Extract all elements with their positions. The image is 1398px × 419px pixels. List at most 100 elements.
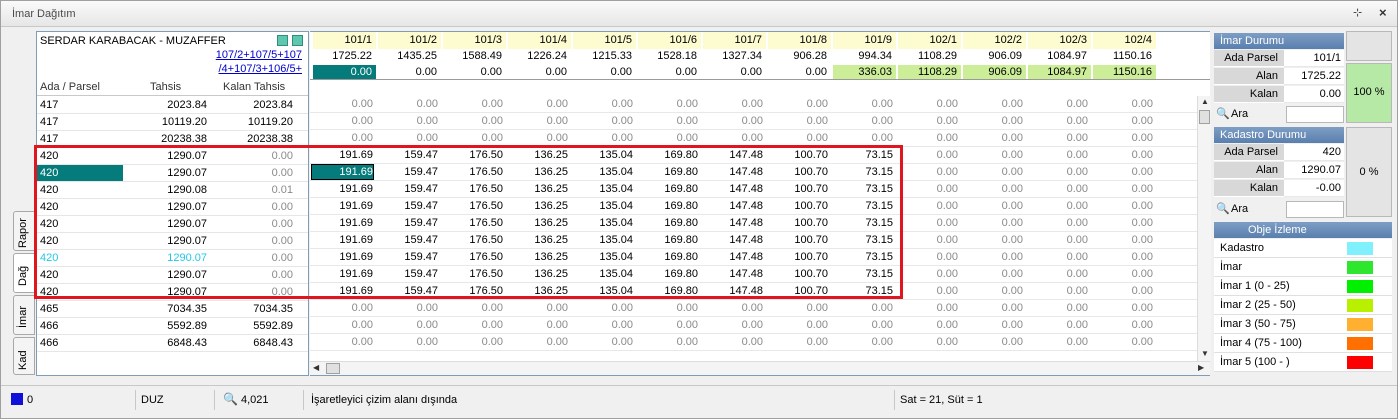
grid-cell[interactable]: 147.48 [703,285,763,297]
table-row[interactable]: 420 1290.07 0.00 [37,284,308,301]
grid-row[interactable]: 191.69 159.47 176.50 136.25 135.04 169.80 147.… [310,215,1210,232]
grid-cell[interactable]: 147.48 [703,166,763,178]
grid-cell[interactable]: 0.00 [378,319,438,331]
legend-item[interactable]: İmar [1214,258,1392,277]
table-row[interactable]: 417 10119.20 10119.20 [37,114,308,131]
grid-cell[interactable]: 73.15 [833,166,893,178]
grid-column-header[interactable]: 101/7 [703,32,766,49]
grid-row[interactable]: 0.00 0.00 0.00 0.00 0.00 0.00 0.00 0.00 0.00 0.00… [310,334,1210,351]
grid-cell[interactable]: 0.00 [1093,251,1153,263]
grid-cell[interactable]: 100.70 [768,166,828,178]
table-row[interactable]: 420 1290.07 0.00 [37,199,308,216]
grid-cell[interactable]: 0.00 [963,166,1023,178]
grid-cell[interactable]: 169.80 [638,234,698,246]
grid-cell[interactable]: 0.00 [898,98,958,110]
grid-cell[interactable]: 147.48 [703,217,763,229]
grid-cell[interactable]: 191.69 [313,268,373,280]
grid-cell[interactable]: 0.00 [573,336,633,348]
grid-cell[interactable]: 0.00 [703,132,763,144]
grid-cell[interactable]: 169.80 [638,251,698,263]
grid-cell[interactable]: 100.70 [768,183,828,195]
grid-cell[interactable]: 0.00 [378,302,438,314]
table-row[interactable]: 420 1290.07 0.00 [37,165,308,182]
grid-cell[interactable]: 0.00 [833,336,893,348]
grid-cell[interactable]: 0.00 [1028,217,1088,229]
grid-cell[interactable]: 0.00 [443,336,503,348]
grid-cell[interactable]: 0.00 [1093,149,1153,161]
grid-cell[interactable]: 0.00 [443,319,503,331]
grid-cell[interactable]: 73.15 [833,183,893,195]
grid-cell[interactable]: 0.00 [1028,285,1088,297]
grid-cell[interactable]: 0.00 [1093,183,1153,195]
grid-cell[interactable]: 0.00 [638,132,698,144]
table-row[interactable]: 466 5592.89 5592.89 [37,318,308,335]
table-row[interactable]: 420 1290.07 0.00 [37,216,308,233]
grid-cell[interactable]: 0.00 [443,115,503,127]
grid-cell[interactable]: 73.15 [833,285,893,297]
grid-cell[interactable]: 0.00 [573,115,633,127]
grid-cell[interactable]: 0.00 [963,234,1023,246]
grid-cell[interactable]: 0.00 [508,132,568,144]
grid-cell[interactable]: 0.00 [703,302,763,314]
grid-cell[interactable]: 0.00 [1093,115,1153,127]
grid-cell[interactable]: 0.00 [638,98,698,110]
grid-column-header[interactable]: 102/1 [898,32,961,49]
grid-cell[interactable]: 0.00 [898,183,958,195]
pin-icon[interactable]: ⊹ [1353,6,1362,19]
legend-item[interactable]: İmar 2 (25 - 50) [1214,296,1392,315]
grid-row[interactable]: 191.69 159.47 176.50 136.25 135.04 169.80 147.… [310,164,1210,181]
grid-cell[interactable]: 136.25 [508,268,568,280]
grid-cell[interactable]: 135.04 [573,217,633,229]
grid-cell[interactable]: 0.00 [508,115,568,127]
grid-cell[interactable]: 100.70 [768,285,828,297]
grid-cell[interactable]: 0.00 [1093,319,1153,331]
grid-cell[interactable]: 159.47 [378,251,438,263]
grid-cell[interactable]: 0.00 [1028,115,1088,127]
grid-cell[interactable]: 191.69 [313,234,373,246]
grid-cell[interactable]: 0.00 [833,98,893,110]
grid-column-header[interactable]: 102/2 [963,32,1026,49]
grid-cell[interactable]: 0.00 [833,302,893,314]
grid-cell[interactable]: 191.69 [313,166,373,178]
grid-cell[interactable]: 0.00 [898,166,958,178]
grid-cell[interactable]: 0.00 [963,132,1023,144]
grid-cell[interactable]: 0.00 [638,302,698,314]
grid-cell[interactable]: 0.00 [833,132,893,144]
grid-cell[interactable]: 136.25 [508,200,568,212]
grid-cell[interactable]: 0.00 [1093,336,1153,348]
grid-cell[interactable]: 191.69 [313,217,373,229]
grid-cell[interactable]: 191.69 [313,285,373,297]
grid-cell[interactable]: 176.50 [443,217,503,229]
grid-cell[interactable]: 147.48 [703,200,763,212]
grid-cell[interactable]: 0.00 [1028,302,1088,314]
search-icon[interactable]: 🔍 [1216,202,1230,215]
grid-cell[interactable]: 0.00 [1093,132,1153,144]
grid-cell[interactable]: 159.47 [378,217,438,229]
grid-column-header[interactable]: 101/9 [833,32,896,49]
grid-cell[interactable]: 73.15 [833,251,893,263]
grid-cell[interactable]: 0.00 [898,319,958,331]
grid-cell[interactable]: 0.00 [1093,200,1153,212]
table-row[interactable]: 417 2023.84 2023.84 [37,97,308,114]
grid-row[interactable]: 191.69 159.47 176.50 136.25 135.04 169.80 147.… [310,283,1210,300]
vertical-scroll-thumb[interactable] [1199,110,1210,124]
grid-row[interactable]: 0.00 0.00 0.00 0.00 0.00 0.00 0.00 0.00 0.00 0.00… [310,300,1210,317]
grid-cell[interactable]: 0.00 [508,98,568,110]
table-row[interactable]: 420 1290.07 0.00 [37,267,308,284]
grid-cell[interactable]: 0.00 [963,268,1023,280]
vertical-scrollbar[interactable]: ▲ ▼ [1197,96,1211,361]
grid-cell[interactable]: 0.00 [508,319,568,331]
grid-cell[interactable]: 73.15 [833,217,893,229]
grid-cell[interactable]: 135.04 [573,149,633,161]
grid-column-header[interactable]: 101/8 [768,32,831,49]
grid-cell[interactable]: 0.00 [768,302,828,314]
grid-cell[interactable]: 0.00 [768,98,828,110]
grid-cell[interactable]: 0.00 [443,132,503,144]
grid-cell[interactable]: 0.00 [1093,98,1153,110]
grid-cell[interactable]: 191.69 [313,251,373,263]
grid-cell[interactable]: 135.04 [573,234,633,246]
grid-cell[interactable]: 176.50 [443,251,503,263]
grid-cell[interactable]: 0.00 [1093,234,1153,246]
grid-cell[interactable]: 159.47 [378,268,438,280]
grid-cell[interactable]: 73.15 [833,268,893,280]
